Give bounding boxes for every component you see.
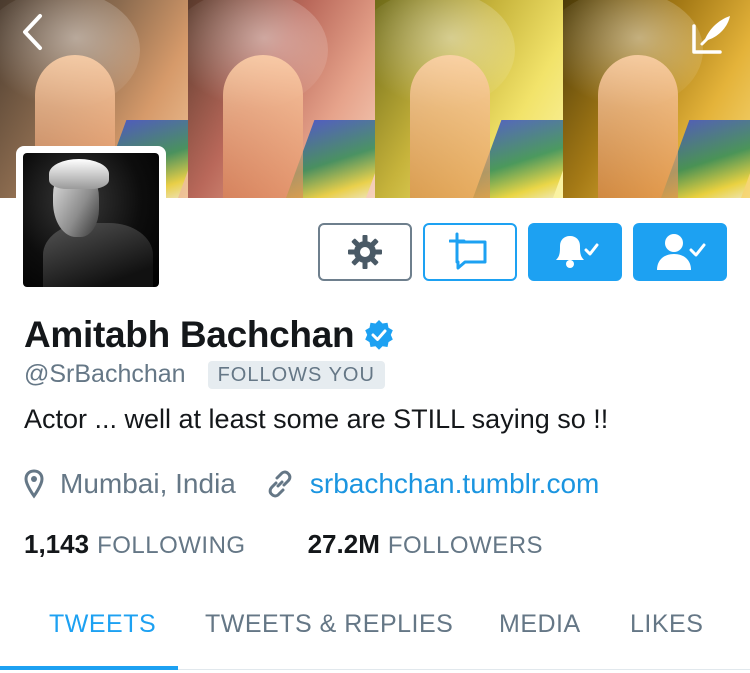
profile-meta-row: Mumbai, India srbachchan.tumblr.com bbox=[24, 468, 599, 500]
back-button[interactable] bbox=[10, 10, 54, 54]
notifications-button[interactable] bbox=[528, 223, 622, 281]
followers-label: FOLLOWERS bbox=[387, 532, 544, 559]
bell-check-icon bbox=[556, 236, 599, 268]
verified-badge-icon bbox=[365, 320, 394, 350]
followers-count: 27.2M bbox=[307, 529, 380, 559]
location-item: Mumbai, India bbox=[24, 468, 236, 500]
profile-avatar[interactable] bbox=[16, 146, 166, 294]
link-icon bbox=[268, 470, 292, 498]
tab-tweets[interactable]: TWEETS bbox=[49, 610, 156, 639]
tab-media[interactable]: MEDIA bbox=[499, 610, 581, 639]
profile-name: Amitabh Bachchan bbox=[24, 314, 355, 355]
website-item: srbachchan.tumblr.com bbox=[266, 468, 599, 500]
direct-message-icon bbox=[449, 232, 487, 270]
follows-you-badge: FOLLOWS YOU bbox=[207, 360, 385, 389]
website-link[interactable]: srbachchan.tumblr.com bbox=[310, 468, 599, 500]
compose-tweet-icon bbox=[692, 16, 730, 54]
followers-stat[interactable]: 27.2M FOLLOWERS bbox=[308, 529, 543, 560]
active-tab-indicator bbox=[0, 666, 178, 670]
profile-tabs: TWEETS TWEETS & REPLIES MEDIA LIKES bbox=[0, 590, 750, 670]
profile-action-buttons bbox=[318, 223, 727, 281]
profile-name-row: Amitabh Bachchan bbox=[24, 314, 394, 356]
following-stat[interactable]: 1,143 FOLLOWING bbox=[24, 529, 246, 560]
banner-panel bbox=[375, 0, 563, 198]
gear-icon bbox=[348, 235, 382, 269]
compose-tweet-button[interactable] bbox=[688, 10, 736, 58]
banner-panel bbox=[187, 0, 375, 198]
location-pin-icon bbox=[24, 469, 44, 499]
user-check-icon bbox=[657, 234, 706, 270]
direct-message-button[interactable] bbox=[423, 223, 517, 281]
profile-handle: @SrBachchan bbox=[24, 360, 186, 388]
location-text: Mumbai, India bbox=[60, 468, 236, 499]
handle-row: @SrBachchan FOLLOWS YOU bbox=[24, 360, 385, 389]
profile-bio: Actor ... well at least some are STILL s… bbox=[24, 404, 609, 434]
avatar-image bbox=[23, 153, 159, 287]
follow-stats-row: 1,143 FOLLOWING 27.2M FOLLOWERS bbox=[24, 529, 543, 560]
following-button[interactable] bbox=[633, 223, 727, 281]
tab-tweets-and-replies[interactable]: TWEETS & REPLIES bbox=[205, 610, 453, 639]
settings-button[interactable] bbox=[318, 223, 412, 281]
following-label: FOLLOWING bbox=[97, 532, 246, 559]
tab-likes[interactable]: LIKES bbox=[630, 610, 703, 639]
chevron-left-icon bbox=[23, 14, 42, 50]
following-count: 1,143 bbox=[24, 529, 90, 559]
